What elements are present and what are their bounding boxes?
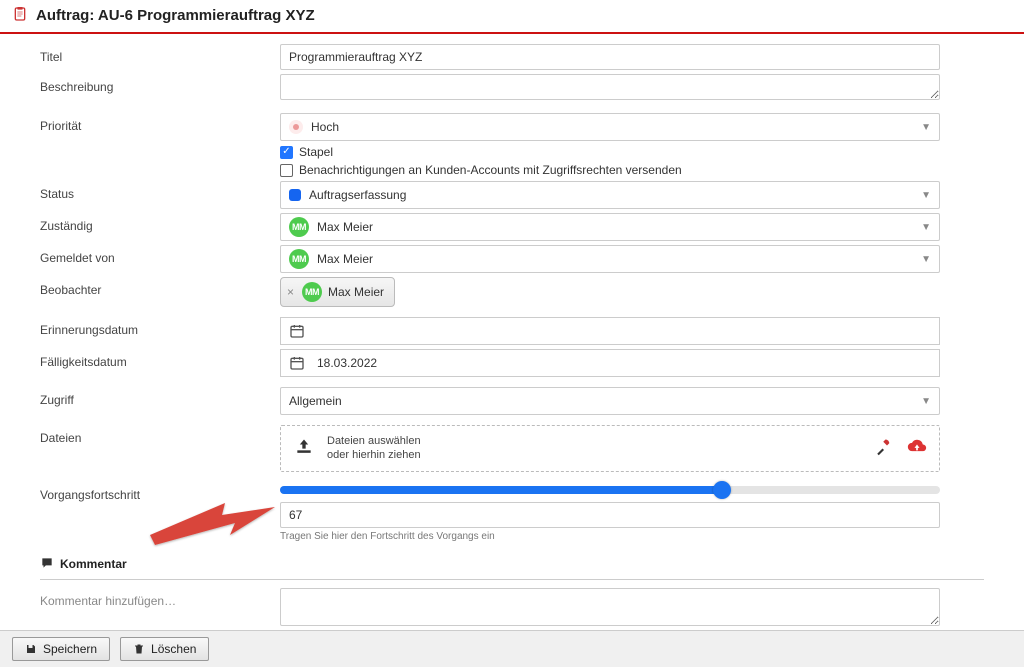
progress-helper: Tragen Sie hier den Fortschritt des Vorg… bbox=[280, 531, 940, 542]
progress-input[interactable] bbox=[280, 502, 940, 528]
save-icon bbox=[25, 643, 37, 655]
calendar-icon bbox=[289, 323, 305, 339]
label-erinnerung: Erinnerungsdatum bbox=[40, 317, 280, 337]
stapel-label: Stapel bbox=[299, 145, 333, 159]
priority-select[interactable]: Hoch ▼ bbox=[280, 113, 940, 141]
access-value: Allgemein bbox=[289, 394, 342, 408]
reporter-select[interactable]: MM Max Meier ▼ bbox=[280, 245, 940, 273]
page-header: Auftrag: AU-6 Programmierauftrag XYZ bbox=[0, 0, 1024, 34]
chevron-down-icon: ▼ bbox=[921, 122, 931, 133]
reporter-value: Max Meier bbox=[317, 252, 373, 266]
label-zugriff: Zugriff bbox=[40, 387, 280, 407]
comment-section-title: Kommentar bbox=[60, 557, 127, 571]
label-dateien: Dateien bbox=[40, 425, 280, 445]
due-date-input[interactable]: 18.03.2022 bbox=[280, 349, 940, 377]
comment-icon bbox=[40, 556, 54, 573]
label-gemeldet: Gemeldet von bbox=[40, 245, 280, 265]
file-text-line2: oder hierhin ziehen bbox=[327, 448, 421, 462]
avatar: MM bbox=[302, 282, 322, 302]
progress-slider[interactable] bbox=[280, 486, 940, 494]
footer-toolbar: Speichern Löschen bbox=[0, 630, 1024, 667]
label-zustaendig: Zuständig bbox=[40, 213, 280, 233]
calendar-icon bbox=[289, 355, 305, 371]
description-textarea[interactable] bbox=[280, 74, 940, 100]
watcher-chip[interactable]: × MM Max Meier bbox=[280, 277, 395, 307]
delete-button[interactable]: Löschen bbox=[120, 637, 209, 661]
label-faelligkeit: Fälligkeitsdatum bbox=[40, 349, 280, 369]
comment-textarea[interactable] bbox=[280, 588, 940, 626]
assignee-value: Max Meier bbox=[317, 220, 373, 234]
upload-icon bbox=[293, 437, 315, 460]
remove-chip-icon[interactable]: × bbox=[285, 285, 296, 299]
notify-label: Benachrichtigungen an Kunden-Accounts mi… bbox=[299, 163, 682, 177]
save-label: Speichern bbox=[43, 642, 97, 656]
status-color-icon bbox=[289, 189, 301, 201]
status-select[interactable]: Auftragserfassung ▼ bbox=[280, 181, 940, 209]
chevron-down-icon: ▼ bbox=[921, 222, 931, 233]
clipboard-icon bbox=[12, 6, 28, 24]
priority-value: Hoch bbox=[311, 120, 339, 134]
priority-high-icon bbox=[289, 120, 303, 134]
status-value: Auftragserfassung bbox=[309, 188, 406, 202]
comment-section-header: Kommentar bbox=[40, 556, 1024, 573]
access-select[interactable]: Allgemein ▼ bbox=[280, 387, 940, 415]
label-beobachter: Beobachter bbox=[40, 277, 280, 297]
delete-label: Löschen bbox=[151, 642, 196, 656]
file-text-line1: Dateien auswählen bbox=[327, 434, 421, 448]
file-dropzone[interactable]: Dateien auswählen oder hierhin ziehen bbox=[280, 425, 940, 472]
tools-icon[interactable] bbox=[875, 438, 893, 459]
due-date-value: 18.03.2022 bbox=[317, 356, 377, 370]
chevron-down-icon: ▼ bbox=[921, 190, 931, 201]
reminder-date-input[interactable] bbox=[280, 317, 940, 345]
trash-icon bbox=[133, 643, 145, 655]
avatar: MM bbox=[289, 217, 309, 237]
label-status: Status bbox=[40, 181, 280, 201]
label-fortschritt: Vorgangsfortschritt bbox=[40, 482, 280, 502]
chevron-down-icon: ▼ bbox=[921, 254, 931, 265]
title-input[interactable] bbox=[280, 44, 940, 70]
form: Titel Beschreibung Priorität Hoch ▼ Stap bbox=[0, 34, 1024, 542]
stapel-checkbox[interactable] bbox=[280, 146, 293, 159]
label-kommentar-add: Kommentar hinzufügen… bbox=[40, 588, 280, 608]
chevron-down-icon: ▼ bbox=[921, 396, 931, 407]
avatar: MM bbox=[289, 249, 309, 269]
label-prioritaet: Priorität bbox=[40, 113, 280, 133]
cloud-upload-icon[interactable] bbox=[907, 439, 927, 458]
label-titel: Titel bbox=[40, 44, 280, 64]
notify-checkbox[interactable] bbox=[280, 164, 293, 177]
page-title: Auftrag: AU-6 Programmierauftrag XYZ bbox=[36, 7, 315, 24]
assignee-select[interactable]: MM Max Meier ▼ bbox=[280, 213, 940, 241]
watcher-name: Max Meier bbox=[328, 285, 384, 299]
save-button[interactable]: Speichern bbox=[12, 637, 110, 661]
label-beschreibung: Beschreibung bbox=[40, 74, 280, 94]
